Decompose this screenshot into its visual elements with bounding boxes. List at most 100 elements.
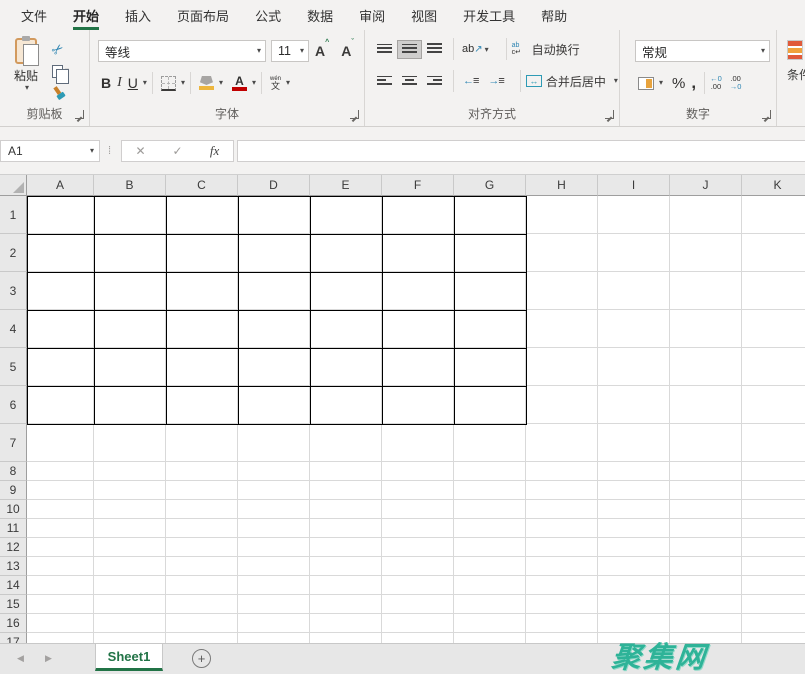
cell-H10[interactable] — [526, 500, 598, 519]
cell-C7[interactable] — [166, 424, 238, 462]
borders-button[interactable] — [158, 74, 179, 93]
cell-A6[interactable] — [27, 386, 94, 424]
row-header-11[interactable]: 11 — [0, 519, 27, 538]
cell-I15[interactable] — [598, 595, 670, 614]
cell-B2[interactable] — [94, 234, 166, 272]
cell-C8[interactable] — [166, 462, 238, 481]
cell-K5[interactable] — [742, 348, 805, 386]
cell-J14[interactable] — [670, 576, 742, 595]
cell-G14[interactable] — [454, 576, 526, 595]
cell-B6[interactable] — [94, 386, 166, 424]
cell-C6[interactable] — [166, 386, 238, 424]
cell-D6[interactable] — [238, 386, 310, 424]
cell-I13[interactable] — [598, 557, 670, 576]
cell-F2[interactable] — [382, 234, 454, 272]
cell-F15[interactable] — [382, 595, 454, 614]
cell-H5[interactable] — [526, 348, 598, 386]
cell-B11[interactable] — [94, 519, 166, 538]
cell-K11[interactable] — [742, 519, 805, 538]
cell-D2[interactable] — [238, 234, 310, 272]
cell-G1[interactable] — [454, 196, 526, 234]
cell-I4[interactable] — [598, 310, 670, 348]
cell-K9[interactable] — [742, 481, 805, 500]
cell-E7[interactable] — [310, 424, 382, 462]
clipboard-dialog-launcher-icon[interactable] — [75, 110, 84, 119]
cell-K12[interactable] — [742, 538, 805, 557]
cell-K1[interactable] — [742, 196, 805, 234]
cell-C16[interactable] — [166, 614, 238, 633]
percent-style-button[interactable]: % — [669, 73, 688, 94]
cell-C1[interactable] — [166, 196, 238, 234]
row-header-15[interactable]: 15 — [0, 595, 27, 614]
cell-F6[interactable] — [382, 386, 454, 424]
formula-bar-resize-handle[interactable]: ⁞ — [108, 145, 111, 157]
column-header-B[interactable]: B — [94, 175, 166, 196]
font-name-select[interactable]: 等线▾ — [98, 40, 266, 62]
cell-D9[interactable] — [238, 481, 310, 500]
chevron-down-icon[interactable]: ▾ — [181, 79, 185, 87]
row-header-9[interactable]: 9 — [0, 481, 27, 500]
row-header-4[interactable]: 4 — [0, 310, 27, 348]
prev-sheet-arrow-icon[interactable]: ◀ — [17, 653, 24, 664]
cell-B1[interactable] — [94, 196, 166, 234]
cell-E3[interactable] — [310, 272, 382, 310]
cell-I11[interactable] — [598, 519, 670, 538]
insert-function-button[interactable]: fx — [196, 141, 233, 161]
cell-E11[interactable] — [310, 519, 382, 538]
cell-G9[interactable] — [454, 481, 526, 500]
cell-G3[interactable] — [454, 272, 526, 310]
cell-F1[interactable] — [382, 196, 454, 234]
merge-center-button[interactable]: ↔ 合并后居中 ▾ — [526, 73, 618, 90]
cell-I9[interactable] — [598, 481, 670, 500]
cell-G5[interactable] — [454, 348, 526, 386]
cell-C4[interactable] — [166, 310, 238, 348]
cell-C9[interactable] — [166, 481, 238, 500]
cell-B9[interactable] — [94, 481, 166, 500]
column-header-C[interactable]: C — [166, 175, 238, 196]
cell-I2[interactable] — [598, 234, 670, 272]
cell-D5[interactable] — [238, 348, 310, 386]
cell-F17[interactable] — [382, 633, 454, 643]
cell-C11[interactable] — [166, 519, 238, 538]
cell-C5[interactable] — [166, 348, 238, 386]
cell-F12[interactable] — [382, 538, 454, 557]
cell-J16[interactable] — [670, 614, 742, 633]
cell-F7[interactable] — [382, 424, 454, 462]
tab-formulas[interactable]: 公式 — [242, 0, 294, 30]
cancel-button[interactable]: ✕ — [122, 141, 159, 161]
cell-K3[interactable] — [742, 272, 805, 310]
column-header-K[interactable]: K — [742, 175, 805, 196]
cell-D13[interactable] — [238, 557, 310, 576]
cell-B12[interactable] — [94, 538, 166, 557]
phonetic-guide-button[interactable]: wén文 — [267, 74, 284, 93]
cell-J2[interactable] — [670, 234, 742, 272]
cell-G4[interactable] — [454, 310, 526, 348]
cell-I6[interactable] — [598, 386, 670, 424]
next-sheet-arrow-icon[interactable]: ▶ — [45, 653, 52, 664]
cell-H2[interactable] — [526, 234, 598, 272]
cell-I5[interactable] — [598, 348, 670, 386]
cell-H8[interactable] — [526, 462, 598, 481]
row-header-12[interactable]: 12 — [0, 538, 27, 557]
column-header-I[interactable]: I — [598, 175, 670, 196]
align-right-button[interactable] — [423, 73, 446, 90]
cell-H13[interactable] — [526, 557, 598, 576]
cell-E15[interactable] — [310, 595, 382, 614]
cell-E16[interactable] — [310, 614, 382, 633]
cell-J7[interactable] — [670, 424, 742, 462]
row-header-6[interactable]: 6 — [0, 386, 27, 424]
cell-B7[interactable] — [94, 424, 166, 462]
cell-J5[interactable] — [670, 348, 742, 386]
cell-G17[interactable] — [454, 633, 526, 643]
cell-C14[interactable] — [166, 576, 238, 595]
column-header-G[interactable]: G — [454, 175, 526, 196]
cell-K15[interactable] — [742, 595, 805, 614]
cell-K14[interactable] — [742, 576, 805, 595]
cell-B15[interactable] — [94, 595, 166, 614]
cell-E8[interactable] — [310, 462, 382, 481]
cell-I3[interactable] — [598, 272, 670, 310]
cell-A4[interactable] — [27, 310, 94, 348]
cell-K4[interactable] — [742, 310, 805, 348]
underline-button[interactable]: U — [125, 73, 141, 93]
cell-D7[interactable] — [238, 424, 310, 462]
